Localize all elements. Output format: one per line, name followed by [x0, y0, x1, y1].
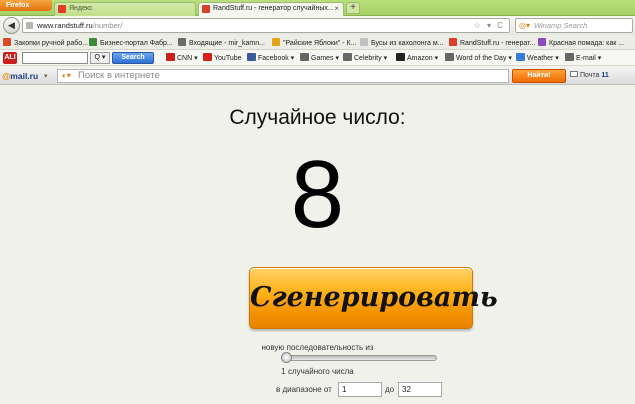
- bookmark-favicon-icon: [538, 38, 546, 46]
- address-bar[interactable]: www.randstuff.ru/number/ ☆ ▾ C: [22, 18, 510, 33]
- toolbar-link-celebrity[interactable]: Celebrity ▾: [343, 53, 387, 64]
- random-number-display: 8: [290, 141, 345, 248]
- cnn-icon: [166, 53, 175, 61]
- bookmark-item[interactable]: Входящие - mir_kamn...: [178, 38, 265, 48]
- range-to-label: до: [385, 385, 395, 394]
- tab-yandex[interactable]: Яндекс: [54, 2, 196, 16]
- search-placeholder: Winamp Search: [534, 21, 588, 30]
- firefox-menu-button[interactable]: Firefox: [0, 0, 52, 11]
- arrow-left-icon: ◀: [8, 20, 15, 30]
- bookmark-favicon-icon: [89, 38, 97, 46]
- chevron-down-icon[interactable]: ▾: [44, 72, 48, 80]
- search-toolbar: ALI Q ▾ Search CNN ▾ YouTube Facebook ▾ …: [0, 50, 635, 66]
- range-to-input[interactable]: [398, 382, 442, 397]
- bookmark-favicon-icon: [178, 38, 186, 46]
- mailru-search-input[interactable]: ◐▾ Поиск в интернете: [57, 69, 509, 83]
- toolbar-link-weather[interactable]: Weather ▾: [516, 53, 559, 64]
- count-label: 1 случайного числа: [281, 367, 354, 376]
- range-from-input[interactable]: [338, 382, 382, 397]
- search-bar[interactable]: ◎▾ Winamp Search: [515, 18, 633, 33]
- envelope-icon: [570, 71, 578, 77]
- youtube-icon: [203, 53, 212, 61]
- weather-icon: [516, 53, 525, 61]
- mailru-toolbar: @mail.ru ▾ ◐▾ Поиск в интернете Найти! П…: [0, 67, 635, 85]
- tab-label: RandStuff.ru - генератор случайных...: [213, 5, 334, 12]
- yandex-favicon-icon: [58, 5, 66, 13]
- toolbar-link-games[interactable]: Games ▾: [300, 53, 339, 64]
- games-icon: [300, 53, 309, 61]
- bookmark-favicon-icon: [449, 38, 457, 46]
- bookmark-item[interactable]: Бусы из кахолонга м...: [360, 38, 443, 48]
- toolbar-search-options[interactable]: Q ▾: [90, 52, 110, 64]
- search-engine-icon[interactable]: ◎▾: [519, 19, 530, 32]
- count-slider[interactable]: [281, 352, 437, 363]
- back-button[interactable]: ◀: [3, 17, 20, 34]
- tab-label: Яндекс: [69, 5, 93, 12]
- toolbar-link-facebook[interactable]: Facebook ▾: [247, 53, 294, 64]
- bookmark-item[interactable]: Закопки ручной рабо...: [3, 38, 88, 48]
- bookmark-item[interactable]: Красная помада: как ...: [538, 38, 624, 48]
- bookmark-star-icon[interactable]: ☆ ▾ C: [474, 19, 505, 32]
- toolbar-link-email[interactable]: E-mail ▾: [565, 53, 601, 64]
- slider-handle[interactable]: [281, 352, 292, 363]
- celebrity-icon: [343, 53, 352, 61]
- range-from-label: в диапазоне от: [276, 385, 332, 394]
- mailru-mail-link[interactable]: Почта 11: [570, 70, 609, 81]
- mail-count-badge: 11: [601, 72, 609, 79]
- bookmark-favicon-icon: [272, 38, 280, 46]
- tab-randstuff[interactable]: RandStuff.ru - генератор случайных... ×: [198, 2, 344, 17]
- url-host: www.randstuff.ru: [37, 21, 93, 30]
- url-path: /number/: [92, 21, 123, 30]
- randstuff-favicon-icon: [202, 5, 210, 13]
- bookmark-item[interactable]: RandStuff.ru - генерат...: [449, 38, 535, 48]
- tab-bar: Firefox Яндекс RandStuff.ru - генератор …: [0, 0, 635, 17]
- mailru-logo[interactable]: @mail.ru: [2, 70, 42, 82]
- amazon-icon: [396, 53, 405, 61]
- toolbar-link-amazon[interactable]: Amazon ▾: [396, 53, 438, 64]
- toolbar-link-cnn[interactable]: CNN ▾: [166, 53, 198, 64]
- site-identity-icon: [26, 22, 33, 29]
- nav-bar: ◀ www.randstuff.ru/number/ ☆ ▾ C ◎▾ Wina…: [0, 16, 635, 35]
- mailru-find-button[interactable]: Найти!: [512, 69, 566, 83]
- toolbar-link-youtube[interactable]: YouTube: [203, 53, 242, 64]
- toolbar-link-word-of-the-day[interactable]: Word of the Day ▾: [445, 53, 512, 64]
- toolbar-search-button[interactable]: Search: [112, 52, 154, 64]
- search-engine-icon: ◐▾: [62, 71, 71, 80]
- email-icon: [565, 53, 574, 61]
- toolbar-search-input[interactable]: [22, 52, 88, 64]
- sequence-label: новую последовательность из: [261, 343, 374, 352]
- bookmark-item[interactable]: Бизнес-портал Фабр...: [89, 38, 173, 48]
- bookmark-favicon-icon: [360, 38, 368, 46]
- word-of-the-day-icon: [445, 53, 454, 61]
- page-title: Случайное число:: [229, 106, 406, 129]
- bookmark-favicon-icon: [3, 38, 11, 46]
- facebook-icon: [247, 53, 256, 61]
- toolbar-logo-icon[interactable]: ALI: [3, 52, 17, 64]
- bookmarks-bar: Закопки ручной рабо... Бизнес-портал Фаб…: [0, 35, 635, 50]
- new-tab-button[interactable]: +: [346, 2, 360, 14]
- bookmark-item[interactable]: "Райские Яблоки" - К...: [272, 38, 356, 48]
- generate-button[interactable]: Сгенерировать: [249, 267, 498, 329]
- range-row: в диапазоне от до: [0, 382, 635, 398]
- mailru-search-placeholder: Поиск в интернете: [78, 70, 160, 81]
- page-content: Случайное число: 8 Сгенерировать новую п…: [0, 86, 635, 404]
- close-tab-icon[interactable]: ×: [334, 3, 339, 15]
